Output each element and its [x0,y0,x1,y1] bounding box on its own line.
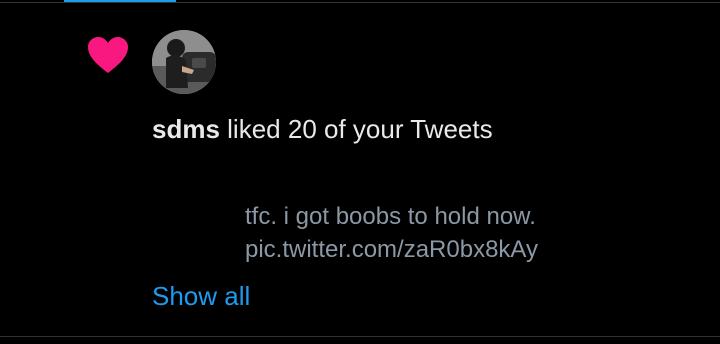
action-text: liked 20 of your Tweets [227,114,493,144]
tweet-text-line2: pic.twitter.com/zaR0bx8kAy [245,236,539,263]
username[interactable]: sdms [152,114,220,144]
notification-headline: sdms liked 20 of your Tweets [152,113,493,145]
avatar-photo [152,30,216,94]
like-notification[interactable]: sdms liked 20 of your Tweets tfc. i got … [0,3,720,336]
tweet-text-line1: tfc. i got boobs to hold now. [245,203,536,230]
bottom-divider [0,336,720,337]
avatar[interactable] [152,30,216,94]
show-all-link[interactable]: Show all [152,280,250,312]
tweet-preview[interactable]: tfc. i got boobs to hold now. pic.twitte… [245,200,538,266]
heart-icon [88,37,128,73]
